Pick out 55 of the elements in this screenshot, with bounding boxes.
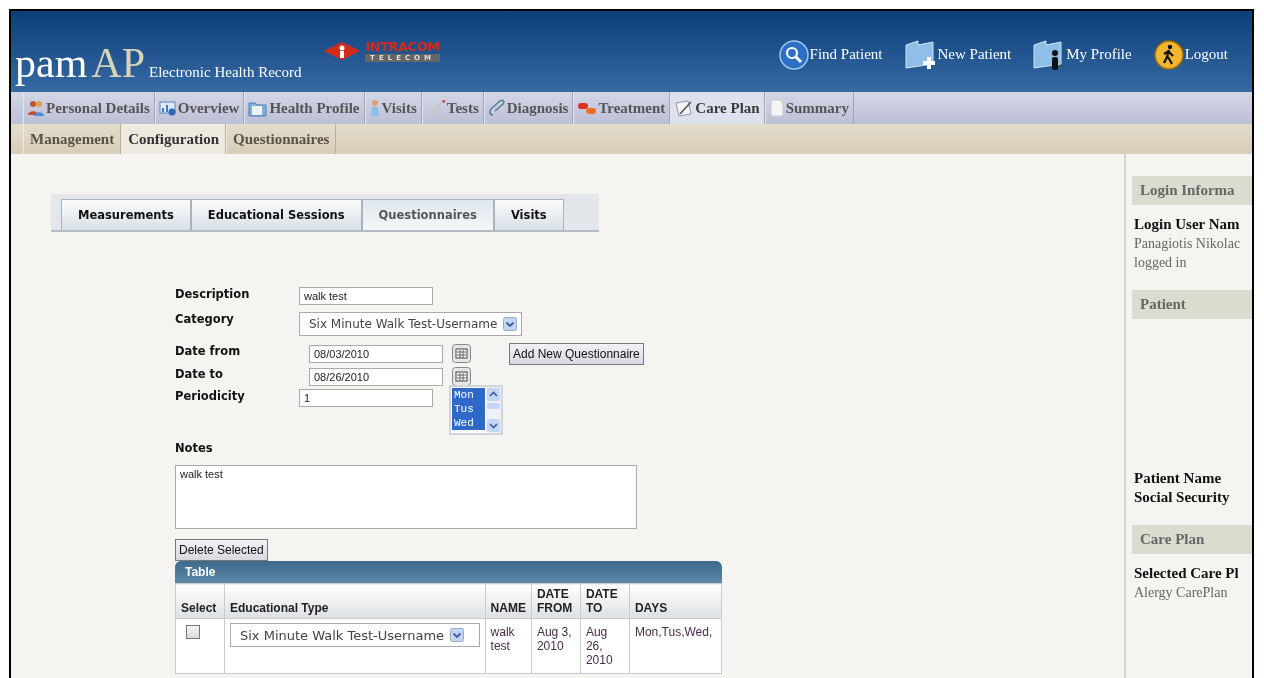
app-logo: AP	[91, 42, 145, 84]
field-label: Date from	[175, 344, 242, 360]
tab[interactable]: Measurements	[61, 199, 191, 230]
column-header: DAYS	[629, 583, 722, 619]
field-label: Category	[175, 312, 235, 328]
header-link[interactable]: New Patient	[904, 38, 1012, 71]
tab[interactable]: Questionnaires	[361, 199, 494, 230]
table-title: Table	[175, 561, 722, 583]
tab[interactable]: Educational Sessions	[190, 199, 362, 230]
column-header: DATE TO	[580, 583, 630, 619]
notes-field[interactable]: walk test	[175, 465, 637, 529]
periodicity-field[interactable]: 1	[299, 389, 433, 407]
field-label: Description	[175, 287, 251, 303]
column-header: Select	[175, 583, 225, 619]
date-field[interactable]: 08/03/2010	[309, 344, 443, 363]
add-questionnaire-button[interactable]: Add New Questionnaire	[509, 343, 644, 365]
column-header: Educational Type	[224, 583, 486, 619]
type-dropdown[interactable]: Six Minute Walk Test-Username	[230, 623, 480, 647]
sidebar-heading: Care Plan	[1132, 525, 1252, 554]
nav-tab[interactable]: Care Plan	[670, 92, 765, 124]
table-cell: walk test	[485, 618, 532, 674]
weekday-listbox[interactable]: Mon Tus Wed	[449, 385, 503, 435]
field-label: Periodicity	[175, 389, 246, 405]
header-link[interactable]: Logout	[1153, 38, 1228, 71]
partner-logo: INTRACOM	[365, 40, 440, 54]
table-cell: Aug 3, 2010	[531, 618, 581, 674]
sidebar-label: Patient Name	[1133, 469, 1223, 488]
weekday-option[interactable]: Tus	[452, 402, 485, 416]
sidebar-heading: Patient	[1132, 290, 1252, 319]
sidebar-value: Alergy CarePlan	[1133, 584, 1229, 602]
sidebar-value: Panagiotis Nikolac	[1133, 235, 1242, 253]
delete-selected-button[interactable]: Delete Selected	[175, 539, 268, 561]
subnav-tab[interactable]: Configuration	[121, 124, 226, 154]
app-subtitle: Electronic Health Record	[149, 64, 302, 81]
column-header: NAME	[485, 583, 532, 619]
subnav-tab[interactable]: Questionnaires	[226, 124, 337, 154]
tab[interactable]: Visits	[493, 199, 564, 230]
sidebar-label: Login User Nam	[1133, 215, 1241, 234]
category-dropdown[interactable]: Six Minute Walk Test-Username	[299, 312, 523, 336]
header-link[interactable]: Find Patient	[778, 38, 883, 71]
column-header: DATE FROM	[531, 583, 581, 619]
sidebar-value: logged in	[1133, 254, 1188, 272]
description-field[interactable]: walk test	[299, 287, 433, 305]
table-cell: Aug 26, 2010	[580, 618, 630, 674]
sidebar-label: Social Security	[1133, 488, 1231, 507]
field-label: Notes	[175, 441, 214, 455]
field-label: Date to	[175, 367, 224, 383]
sidebar-heading: Login Informa	[1132, 176, 1252, 205]
sidebar-label: Selected Care Pl	[1133, 564, 1240, 583]
date-field[interactable]: 08/26/2010	[309, 367, 443, 386]
app-logo: pam	[15, 42, 88, 84]
weekday-option[interactable]: Mon	[452, 388, 485, 402]
weekday-option[interactable]: Wed	[452, 416, 485, 430]
table-cell: Mon,Tus,Wed,	[629, 618, 722, 674]
header-link[interactable]: My Profile	[1033, 38, 1132, 71]
